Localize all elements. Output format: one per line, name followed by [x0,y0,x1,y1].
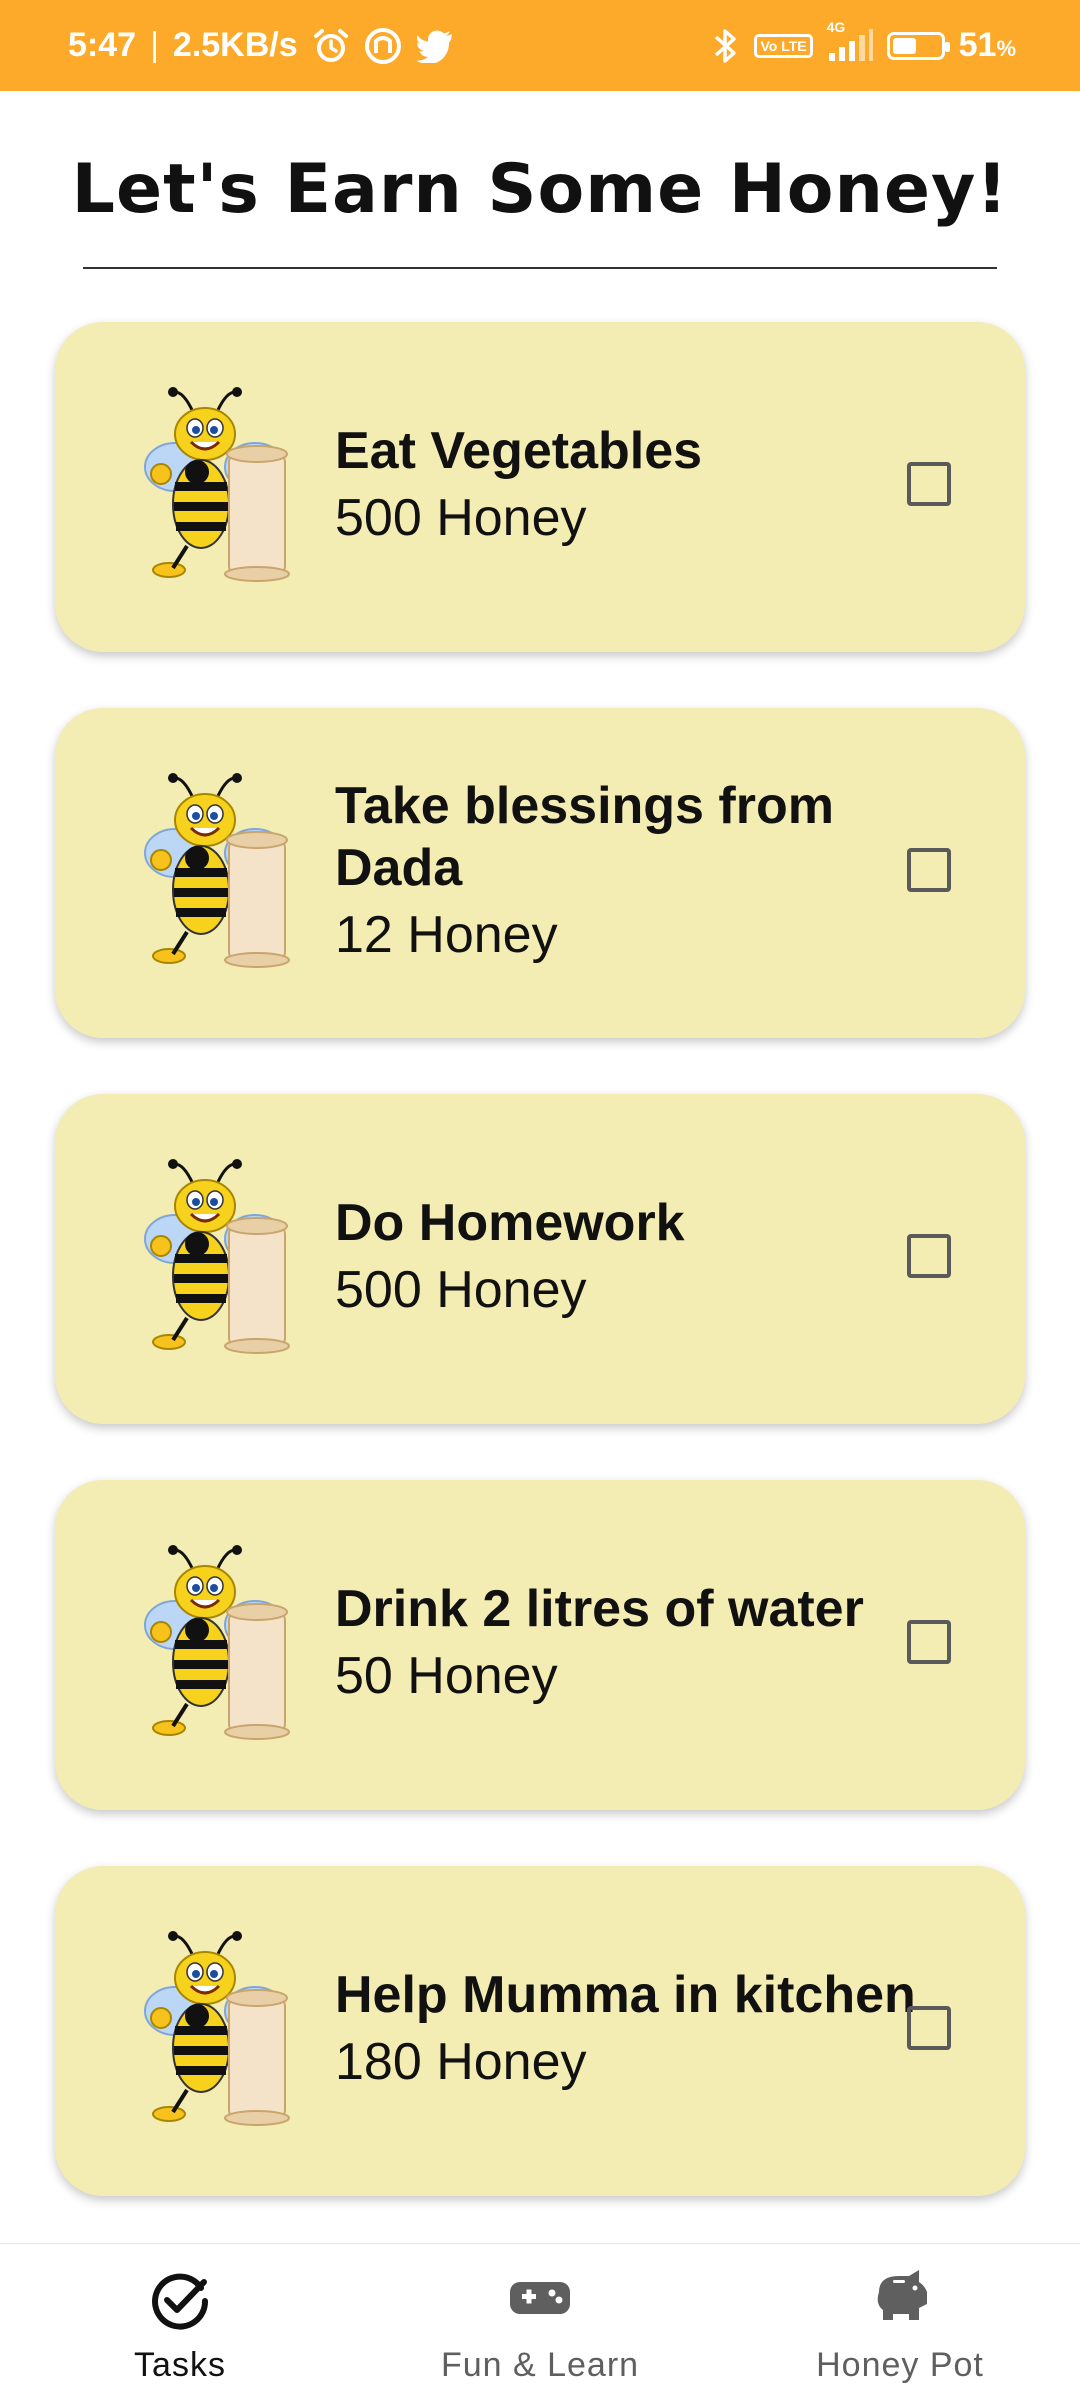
signal-icon: 4G [827,19,873,63]
task-reward: 50 Honey [335,1647,558,1705]
check-circle-icon [149,2270,211,2337]
network-speed: 2.5KB/s [172,26,298,64]
page-title: Let's Earn Some Honey! [71,150,1009,229]
task-checkbox[interactable] [907,1234,951,1278]
volte-icon: Vo LTE [754,33,813,58]
task-title: Drink 2 litres of water [335,1580,864,1638]
nav-label-tasks: Tasks [134,2346,226,2384]
task-text: Help Mumma in kitchen 180 Honey [335,1866,935,2196]
bee-mascot-image [144,1159,290,1354]
task-text: Take blessings from Dada 12 Honey [335,708,935,1038]
task-card[interactable]: Do Homework 500 Honey [55,1094,1025,1424]
battery-icon [886,31,950,60]
task-checkbox[interactable] [907,2006,951,2050]
bee-mascot-image [144,1931,290,2126]
task-card[interactable]: Eat Vegetables 500 Honey [55,322,1025,652]
status-separator: | [150,26,159,64]
gamepad-icon [508,2278,572,2323]
title-divider [83,267,997,269]
app-icon [364,27,402,65]
task-title: Do Homework [335,1194,685,1252]
task-checkbox[interactable] [907,1620,951,1664]
status-bar: 5:47 | 2.5KB/s Vo LTE 4G 51% [0,0,1080,91]
battery-level [892,37,916,54]
twitter-icon [415,29,454,63]
task-card[interactable]: Help Mumma in kitchen 180 Honey [55,1866,1025,2196]
task-text: Eat Vegetables 500 Honey [335,322,935,652]
task-list: Eat Vegetables 500 Honey Take blessings … [55,322,1025,2252]
piggy-bank-icon [869,2268,931,2331]
nav-item-fun-learn[interactable]: Fun & Learn [390,2244,690,2401]
nav-item-honey-pot[interactable]: Honey Pot [750,2244,1050,2401]
task-title: Help Mumma in kitchen [335,1966,916,2024]
task-reward: 180 Honey [335,2033,587,2091]
status-time: 5:47 [68,26,137,64]
task-title: Take blessings from Dada [335,777,834,897]
bee-mascot-image [144,773,290,968]
task-reward: 500 Honey [335,489,587,547]
task-card[interactable]: Take blessings from Dada 12 Honey [55,708,1025,1038]
bottom-navigation: Tasks Fun & Learn Honey Pot [0,2243,1080,2401]
task-checkbox[interactable] [907,848,951,892]
bee-mascot-image [144,387,290,582]
task-title: Eat Vegetables [335,422,703,480]
task-reward: 12 Honey [335,906,558,964]
status-bar-left: 5:47 | 2.5KB/s [68,0,454,91]
task-card[interactable]: Drink 2 litres of water 50 Honey [55,1480,1025,1810]
task-text: Drink 2 litres of water 50 Honey [335,1480,935,1810]
status-bar-right: Vo LTE 4G 51% [710,0,1016,91]
battery-percent: 51% [958,26,1016,64]
task-reward: 500 Honey [335,1261,587,1319]
nav-item-tasks[interactable]: Tasks [30,2244,330,2401]
network-type: 4G [826,18,846,35]
task-checkbox[interactable] [907,462,951,506]
nav-label-honey-pot: Honey Pot [816,2346,984,2384]
bluetooth-icon [710,27,740,65]
alarm-icon [312,27,350,65]
nav-label-fun-learn: Fun & Learn [440,2346,640,2384]
bee-mascot-image [144,1545,290,1740]
task-text: Do Homework 500 Honey [335,1094,935,1424]
